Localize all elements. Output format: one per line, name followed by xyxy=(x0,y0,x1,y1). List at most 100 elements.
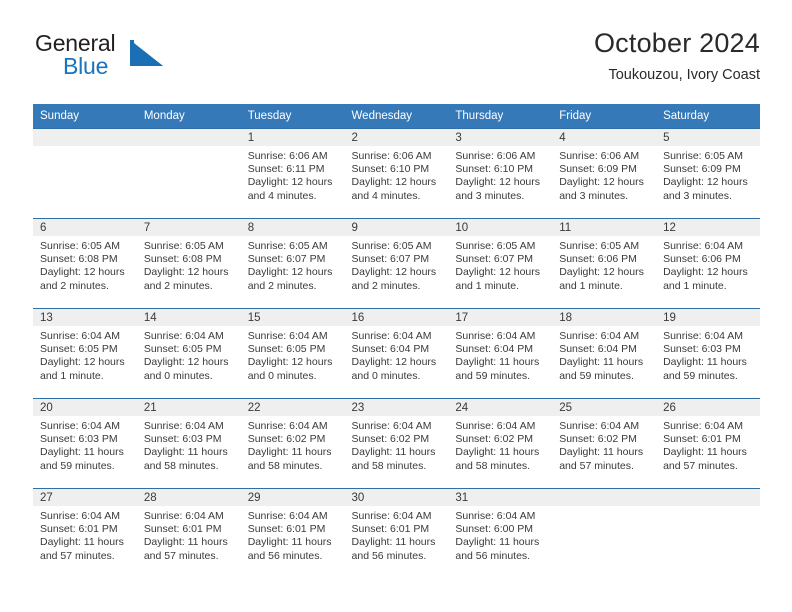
day-details: Sunrise: 6:05 AM Sunset: 6:08 PM Daylight:… xyxy=(137,236,241,293)
day-cell-inner: 7 Sunrise: 6:05 AM Sunset: 6:08 PM Daylight… xyxy=(136,219,241,308)
day-number: 7 xyxy=(136,219,241,236)
calendar-day-cell[interactable]: 21 Sunrise: 6:04 AM Sunset: 6:03 PM Dayligh… xyxy=(136,398,241,489)
calendar-day-cell[interactable]: 20 Sunrise: 6:04 AM Sunset: 6:03 PM Dayligh… xyxy=(33,398,137,489)
day-number: 21 xyxy=(136,399,241,416)
day-number: 11 xyxy=(552,219,657,236)
calendar-day-cell[interactable]: 24 Sunrise: 6:04 AM Sunset: 6:02 PM Dayligh… xyxy=(448,398,553,489)
day-number: 4 xyxy=(552,129,657,146)
sunrise-time: Sunrise: 6:04 AM xyxy=(247,510,328,522)
sunset-time: Sunset: 6:09 PM xyxy=(559,163,637,176)
daylight-duration-line1: Daylight: 11 hours xyxy=(351,446,436,459)
day-number xyxy=(552,489,657,506)
daylight-duration-line2: and 59 minutes. xyxy=(663,369,738,382)
calendar-day-cell[interactable]: 6 Sunrise: 6:05 AM Sunset: 6:08 PM Daylight… xyxy=(33,218,137,309)
calendar-day-cell[interactable]: 12 Sunrise: 6:04 AM Sunset: 6:06 PM Dayligh… xyxy=(656,218,760,309)
calendar-week-row: 13 Sunrise: 6:04 AM Sunset: 6:05 PM Dayligh… xyxy=(33,308,760,399)
day-details: Sunrise: 6:04 AM Sunset: 6:02 PM Daylight:… xyxy=(448,416,552,473)
calendar-day-cell[interactable]: 26 Sunrise: 6:04 AM Sunset: 6:01 PM Dayligh… xyxy=(656,398,760,489)
daylight-duration-line1: Daylight: 11 hours xyxy=(351,536,436,549)
sunset-time: Sunset: 6:08 PM xyxy=(40,253,118,266)
day-cell-inner: 4 Sunrise: 6:06 AM Sunset: 6:09 PM Daylight… xyxy=(552,129,657,218)
calendar-day-cell[interactable]: 9 Sunrise: 6:05 AM Sunset: 6:07 PM Daylight… xyxy=(344,218,449,309)
calendar-day-cell[interactable]: 19 Sunrise: 6:04 AM Sunset: 6:03 PM Dayligh… xyxy=(656,308,760,399)
calendar-day-cell[interactable]: 28 Sunrise: 6:04 AM Sunset: 6:01 PM Dayligh… xyxy=(136,488,241,579)
calendar-day-cell[interactable]: 22 Sunrise: 6:04 AM Sunset: 6:02 PM Dayligh… xyxy=(240,398,345,489)
day-number: 29 xyxy=(240,489,345,506)
calendar-day-cell[interactable]: 25 Sunrise: 6:04 AM Sunset: 6:02 PM Dayligh… xyxy=(552,398,657,489)
calendar-day-cell[interactable]: 15 Sunrise: 6:04 AM Sunset: 6:05 PM Dayligh… xyxy=(240,308,345,399)
calendar-day-cell[interactable]: 8 Sunrise: 6:05 AM Sunset: 6:07 PM Daylight… xyxy=(240,218,345,309)
calendar-day-cell[interactable]: 14 Sunrise: 6:04 AM Sunset: 6:05 PM Dayligh… xyxy=(136,308,241,399)
calendar-day-cell[interactable]: 3 Sunrise: 6:06 AM Sunset: 6:10 PM Daylight… xyxy=(448,128,553,219)
sunrise-time: Sunrise: 6:06 AM xyxy=(559,150,640,162)
day-cell-inner: 29 Sunrise: 6:04 AM Sunset: 6:01 PM Dayligh… xyxy=(240,489,345,578)
day-cell-inner: 13 Sunrise: 6:04 AM Sunset: 6:05 PM Dayligh… xyxy=(33,309,137,398)
logo-text-general: General xyxy=(35,30,116,56)
calendar-day-cell[interactable]: 27 Sunrise: 6:04 AM Sunset: 6:01 PM Dayligh… xyxy=(33,488,137,579)
day-number xyxy=(33,129,137,146)
sunset-time: Sunset: 6:00 PM xyxy=(455,523,534,536)
sunrise-time: Sunrise: 6:04 AM xyxy=(247,330,328,342)
weekday-header-saturday: Saturday xyxy=(656,104,760,129)
day-cell-inner: 28 Sunrise: 6:04 AM Sunset: 6:01 PM Dayligh… xyxy=(136,489,241,578)
day-details: Sunrise: 6:06 AM Sunset: 6:10 PM Daylight:… xyxy=(448,146,552,203)
daylight-duration-line2: and 58 minutes. xyxy=(247,459,323,472)
calendar-day-cell[interactable]: 11 Sunrise: 6:05 AM Sunset: 6:06 PM Dayligh… xyxy=(552,218,657,309)
day-cell-inner xyxy=(33,129,137,218)
calendar-day-cell[interactable]: 1 Sunrise: 6:06 AM Sunset: 6:11 PM Daylight… xyxy=(240,128,345,219)
sunrise-time: Sunrise: 6:04 AM xyxy=(559,330,640,342)
calendar-day-cell[interactable]: 16 Sunrise: 6:04 AM Sunset: 6:04 PM Dayligh… xyxy=(344,308,449,399)
day-cell-inner: 3 Sunrise: 6:06 AM Sunset: 6:10 PM Daylight… xyxy=(448,129,553,218)
sunset-time: Sunset: 6:10 PM xyxy=(351,163,430,176)
day-details: Sunrise: 6:06 AM Sunset: 6:11 PM Daylight:… xyxy=(241,146,345,203)
sunrise-time: Sunrise: 6:04 AM xyxy=(40,510,120,522)
calendar-day-cell[interactable]: 29 Sunrise: 6:04 AM Sunset: 6:01 PM Dayligh… xyxy=(240,488,345,579)
calendar-day-cell[interactable]: 7 Sunrise: 6:05 AM Sunset: 6:08 PM Daylight… xyxy=(136,218,241,309)
calendar-day-cell[interactable]: 5 Sunrise: 6:05 AM Sunset: 6:09 PM Daylight… xyxy=(656,128,760,219)
sunset-time: Sunset: 6:02 PM xyxy=(247,433,326,446)
calendar-day-cell[interactable]: 18 Sunrise: 6:04 AM Sunset: 6:04 PM Dayligh… xyxy=(552,308,657,399)
daylight-duration-line2: and 2 minutes. xyxy=(351,279,421,292)
calendar-day-cell[interactable]: 4 Sunrise: 6:06 AM Sunset: 6:09 PM Daylight… xyxy=(552,128,657,219)
day-details: Sunrise: 6:04 AM Sunset: 6:04 PM Daylight:… xyxy=(345,326,449,383)
day-number: 18 xyxy=(552,309,657,326)
calendar-day-cell[interactable]: 30 Sunrise: 6:04 AM Sunset: 6:01 PM Dayligh… xyxy=(344,488,449,579)
sunset-time: Sunset: 6:03 PM xyxy=(663,343,741,356)
day-details: Sunrise: 6:05 AM Sunset: 6:08 PM Daylight:… xyxy=(33,236,137,293)
sunset-time: Sunset: 6:09 PM xyxy=(663,163,741,176)
calendar-header-row: Sunday Monday Tuesday Wednesday Thursday… xyxy=(33,104,760,129)
calendar-week-row: 6 Sunrise: 6:05 AM Sunset: 6:08 PM Daylight… xyxy=(33,218,760,309)
daylight-duration-line1: Daylight: 11 hours xyxy=(247,536,332,549)
sunset-time: Sunset: 6:02 PM xyxy=(351,433,430,446)
location-subtitle: Toukouzou, Ivory Coast xyxy=(608,67,760,84)
day-details: Sunrise: 6:04 AM Sunset: 6:00 PM Daylight:… xyxy=(448,506,552,563)
daylight-duration-line1: Daylight: 12 hours xyxy=(247,176,333,189)
daylight-duration-line2: and 59 minutes. xyxy=(455,369,531,382)
day-number: 27 xyxy=(33,489,137,506)
day-details: Sunrise: 6:06 AM Sunset: 6:10 PM Daylight:… xyxy=(345,146,449,203)
daylight-duration-line1: Daylight: 12 hours xyxy=(559,266,644,279)
calendar-day-cell[interactable]: 17 Sunrise: 6:04 AM Sunset: 6:04 PM Dayligh… xyxy=(448,308,553,399)
daylight-duration-line1: Daylight: 12 hours xyxy=(663,266,748,279)
sunset-time: Sunset: 6:06 PM xyxy=(663,253,741,266)
calendar-day-cell[interactable]: 13 Sunrise: 6:04 AM Sunset: 6:05 PM Dayligh… xyxy=(33,308,137,399)
calendar-day-cell[interactable]: 10 Sunrise: 6:05 AM Sunset: 6:07 PM Dayligh… xyxy=(448,218,553,309)
day-cell-inner: 24 Sunrise: 6:04 AM Sunset: 6:02 PM Dayligh… xyxy=(448,399,553,488)
day-cell-inner xyxy=(136,129,241,218)
sunrise-time: Sunrise: 6:04 AM xyxy=(143,510,224,522)
page-header: General Blue October 2024 Toukouzou, Ivo… xyxy=(33,28,760,92)
weekday-header-sunday: Sunday xyxy=(33,104,137,129)
day-number: 31 xyxy=(448,489,553,506)
day-cell-inner: 8 Sunrise: 6:05 AM Sunset: 6:07 PM Daylight… xyxy=(240,219,345,308)
calendar-grid: Sunday Monday Tuesday Wednesday Thursday… xyxy=(33,104,760,579)
calendar-day-cell[interactable]: 2 Sunrise: 6:06 AM Sunset: 6:10 PM Daylight… xyxy=(344,128,449,219)
sunset-time: Sunset: 6:01 PM xyxy=(247,523,326,536)
calendar-day-cell[interactable]: 31 Sunrise: 6:04 AM Sunset: 6:00 PM Dayligh… xyxy=(448,488,553,579)
logo-text-blue: Blue xyxy=(63,53,109,79)
calendar-day-cell[interactable]: 23 Sunrise: 6:04 AM Sunset: 6:02 PM Dayligh… xyxy=(344,398,449,489)
day-details: Sunrise: 6:04 AM Sunset: 6:01 PM Daylight:… xyxy=(345,506,449,563)
day-number: 30 xyxy=(344,489,449,506)
daylight-duration-line1: Daylight: 12 hours xyxy=(455,176,541,189)
day-cell-inner: 18 Sunrise: 6:04 AM Sunset: 6:04 PM Dayligh… xyxy=(552,309,657,398)
day-cell-inner: 6 Sunrise: 6:05 AM Sunset: 6:08 PM Daylight… xyxy=(33,219,137,308)
